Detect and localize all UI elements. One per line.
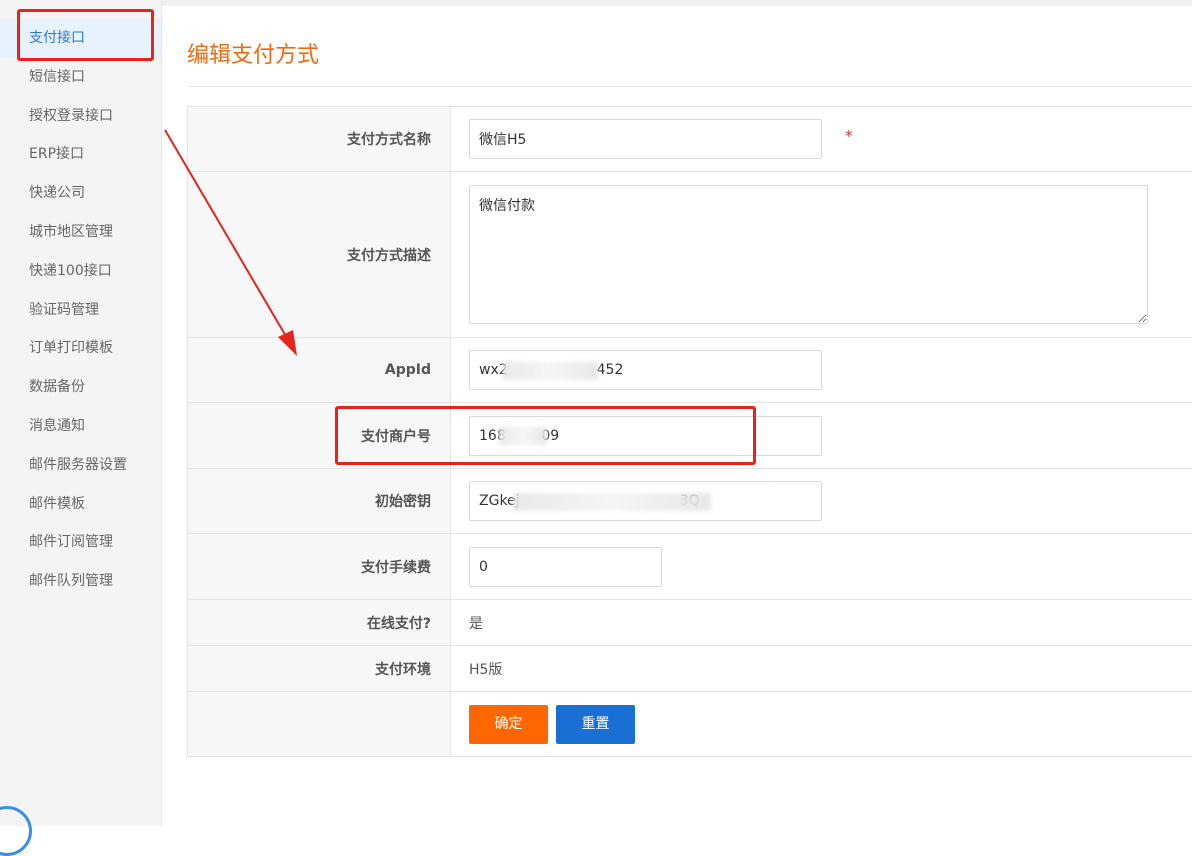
env-label: 支付环境 [188,646,451,692]
online-cell: 是 [451,600,1192,646]
online-label: 在线支付? [188,600,451,646]
key-label: 初始密钥 [188,469,451,534]
sidebar-item-sms[interactable]: 短信接口 [0,58,161,97]
sidebar-menu: 支付接口 短信接口 授权登录接口 ERP接口 快递公司 城市地区管理 快递100… [0,19,161,601]
form-row-key: 初始密钥 [188,469,1192,534]
sidebar-item-notification[interactable]: 消息通知 [0,407,161,446]
key-cell [451,469,1192,534]
sidebar-item-mail-template[interactable]: 邮件模板 [0,485,161,524]
reset-button[interactable]: 重置 [556,705,635,744]
fee-label: 支付手续费 [188,534,451,600]
payment-name-input[interactable] [469,119,822,159]
blur-mask [513,493,711,511]
sidebar-item-express-company[interactable]: 快递公司 [0,174,161,213]
description-cell: 微信付款 [451,172,1192,338]
page-title: 编辑支付方式 [187,37,319,69]
sidebar-item-mail-queue[interactable]: 邮件队列管理 [0,562,161,601]
sidebar-item-print-template[interactable]: 订单打印模板 [0,329,161,368]
payment-form: 支付方式名称 * 支付方式描述 微信付款 AppId 支付商户号 初始密钥 支 [187,106,1192,757]
blur-mask [499,427,547,445]
form-row-fee: 支付手续费 [188,534,1192,600]
payment-description-textarea[interactable]: 微信付款 [469,185,1148,324]
title-divider [187,86,1192,87]
name-label: 支付方式名称 [188,107,451,172]
description-label: 支付方式描述 [188,172,451,338]
env-value: H5版 [469,662,502,678]
required-mark: * [845,127,853,145]
form-row-online: 在线支付? 是 [188,600,1192,646]
sidebar: 支付接口 短信接口 授权登录接口 ERP接口 快递公司 城市地区管理 快递100… [0,0,162,826]
avatar[interactable] [0,806,32,856]
actions-cell: 确定重置 [451,692,1192,757]
form-row-actions: 确定重置 [188,692,1192,757]
confirm-button[interactable]: 确定 [469,705,548,744]
sidebar-item-oauth-login[interactable]: 授权登录接口 [0,97,161,136]
actions-label-cell [188,692,451,757]
fee-cell [451,534,1192,600]
form-row-appid: AppId [188,338,1192,403]
online-value: 是 [469,616,483,632]
name-cell: * [451,107,1192,172]
form-row-env: 支付环境 H5版 [188,646,1192,692]
form-row-description: 支付方式描述 微信付款 [188,172,1192,338]
env-cell: H5版 [451,646,1192,692]
form-row-name: 支付方式名称 * [188,107,1192,172]
appid-label: AppId [188,338,451,403]
merchant-id-label: 支付商户号 [188,403,451,469]
sidebar-item-backup[interactable]: 数据备份 [0,368,161,407]
fee-input[interactable] [469,547,662,587]
sidebar-item-captcha[interactable]: 验证码管理 [0,291,161,330]
appid-cell [451,338,1192,403]
sidebar-item-mail-subscription[interactable]: 邮件订阅管理 [0,523,161,562]
blur-mask [503,362,598,380]
top-strip [162,0,1192,6]
sidebar-item-region[interactable]: 城市地区管理 [0,213,161,252]
sidebar-item-payment[interactable]: 支付接口 [0,19,161,58]
sidebar-item-mail-server[interactable]: 邮件服务器设置 [0,446,161,485]
sidebar-item-kuaidi100[interactable]: 快递100接口 [0,252,161,291]
merchant-cell [451,403,1192,469]
sidebar-item-erp[interactable]: ERP接口 [0,135,161,174]
form-row-merchant: 支付商户号 [188,403,1192,469]
